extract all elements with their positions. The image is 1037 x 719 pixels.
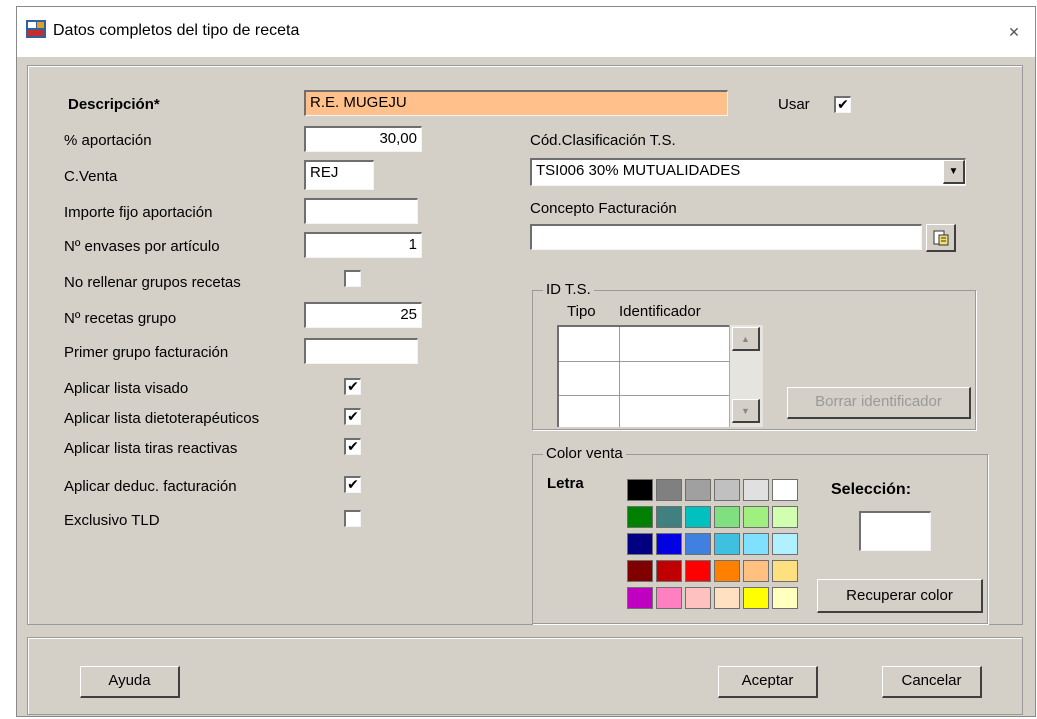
concepto-input[interactable] xyxy=(530,224,922,250)
ayuda-button[interactable]: Ayuda xyxy=(80,666,180,698)
descripcion-label: Descripción* xyxy=(68,96,160,113)
seleccion-label: Selección: xyxy=(831,481,912,498)
clasificacion-label: Cód.Clasificación T.S. xyxy=(530,132,676,149)
id-ts-scrollbar[interactable]: ▲ ▼ xyxy=(729,325,763,427)
color-venta-title: Color venta xyxy=(543,445,626,462)
tiras-label: Aplicar lista tiras reactivas xyxy=(64,440,238,457)
dialog-window: Datos completos del tipo de receta ✕ Des… xyxy=(16,6,1036,717)
color-swatch[interactable] xyxy=(743,506,769,528)
close-icon[interactable]: ✕ xyxy=(1001,21,1027,43)
window-title: Datos completos del tipo de receta xyxy=(53,22,300,39)
usar-checkbox[interactable]: ✔ xyxy=(834,96,851,113)
color-swatch[interactable] xyxy=(685,587,711,609)
color-swatch[interactable] xyxy=(714,506,740,528)
color-swatch[interactable] xyxy=(743,479,769,501)
color-swatch[interactable] xyxy=(772,506,798,528)
color-swatch[interactable] xyxy=(772,533,798,555)
color-swatch[interactable] xyxy=(714,587,740,609)
color-swatch[interactable] xyxy=(627,479,653,501)
letra-label: Letra xyxy=(547,475,584,492)
color-swatch[interactable] xyxy=(627,587,653,609)
color-swatch[interactable] xyxy=(685,479,711,501)
aportacion-input[interactable]: 30,00 xyxy=(304,126,422,152)
recetas-grupo-input[interactable]: 25 xyxy=(304,302,422,328)
color-swatch[interactable] xyxy=(685,533,711,555)
no-rellenar-label: No rellenar grupos recetas xyxy=(64,274,241,291)
dieto-checkbox[interactable]: ✔ xyxy=(344,408,361,425)
deduc-checkbox[interactable]: ✔ xyxy=(344,476,361,493)
cancelar-button[interactable]: Cancelar xyxy=(882,666,982,698)
color-swatch[interactable] xyxy=(714,533,740,555)
envases-label: Nº envases por artículo xyxy=(64,238,220,255)
color-swatch[interactable] xyxy=(656,479,682,501)
recetas-grupo-label: Nº recetas grupo xyxy=(64,310,177,327)
lookup-button[interactable] xyxy=(926,224,956,252)
aportacion-label: % aportación xyxy=(64,132,152,149)
cventa-label: C.Venta xyxy=(64,168,118,185)
color-swatch[interactable] xyxy=(772,587,798,609)
scroll-up-icon[interactable]: ▲ xyxy=(732,327,760,351)
color-palette xyxy=(627,479,807,619)
seleccion-preview xyxy=(859,511,931,551)
color-swatch[interactable] xyxy=(685,560,711,582)
usar-label: Usar xyxy=(778,96,810,113)
color-swatch[interactable] xyxy=(627,506,653,528)
envases-input[interactable]: 1 xyxy=(304,232,422,258)
color-swatch[interactable] xyxy=(714,479,740,501)
primer-grupo-label: Primer grupo facturación xyxy=(64,344,229,361)
chevron-down-icon[interactable]: ▼ xyxy=(943,160,965,184)
dieto-label: Aplicar lista dietoterapéuticos xyxy=(64,410,260,427)
aceptar-button[interactable]: Aceptar xyxy=(718,666,818,698)
app-icon xyxy=(26,20,46,38)
tiras-checkbox[interactable]: ✔ xyxy=(344,438,361,455)
color-swatch[interactable] xyxy=(743,533,769,555)
color-swatch[interactable] xyxy=(656,533,682,555)
cventa-input[interactable]: REJ xyxy=(304,160,374,190)
visado-label: Aplicar lista visado xyxy=(64,380,189,397)
identificador-column-header: Identificador xyxy=(619,303,701,320)
primer-grupo-input[interactable] xyxy=(304,338,418,364)
id-ts-group: ID T.S. Tipo Identificador ▲ ▼ Borrar id… xyxy=(532,281,976,430)
color-swatch[interactable] xyxy=(772,479,798,501)
descripcion-input[interactable]: R.E. MUGEJU xyxy=(304,90,728,116)
recuperar-color-button[interactable]: Recuperar color xyxy=(817,579,983,613)
color-swatch[interactable] xyxy=(714,560,740,582)
tld-checkbox[interactable] xyxy=(344,510,361,527)
id-ts-grid[interactable] xyxy=(557,325,729,427)
clasificacion-select[interactable]: TSI006 30% MUTUALIDADES ▼ xyxy=(530,158,966,186)
color-swatch[interactable] xyxy=(685,506,711,528)
color-swatch[interactable] xyxy=(656,506,682,528)
form-panel: Descripción* R.E. MUGEJU Usar ✔ % aporta… xyxy=(27,65,1023,625)
color-swatch[interactable] xyxy=(627,560,653,582)
importe-input[interactable] xyxy=(304,198,418,224)
borrar-identificador-button[interactable]: Borrar identificador xyxy=(787,387,971,419)
scroll-down-icon[interactable]: ▼ xyxy=(732,399,760,423)
title-bar: Datos completos del tipo de receta ✕ xyxy=(17,7,1035,57)
concepto-label: Concepto Facturación xyxy=(530,200,677,217)
importe-label: Importe fijo aportación xyxy=(64,204,213,221)
deduc-label: Aplicar deduc. facturación xyxy=(64,478,237,495)
color-venta-group: Color venta Letra Selección: Recuperar c… xyxy=(532,445,988,624)
folder-search-icon xyxy=(933,230,948,246)
color-swatch[interactable] xyxy=(772,560,798,582)
color-swatch[interactable] xyxy=(627,533,653,555)
color-swatch[interactable] xyxy=(656,560,682,582)
no-rellenar-checkbox[interactable] xyxy=(344,270,361,287)
tipo-column-header: Tipo xyxy=(567,303,596,320)
id-ts-title: ID T.S. xyxy=(543,281,594,298)
color-swatch[interactable] xyxy=(743,560,769,582)
button-panel: Ayuda Aceptar Cancelar xyxy=(27,637,1023,715)
clasificacion-value: TSI006 30% MUTUALIDADES xyxy=(536,162,741,179)
tld-label: Exclusivo TLD xyxy=(64,512,160,529)
color-swatch[interactable] xyxy=(743,587,769,609)
visado-checkbox[interactable]: ✔ xyxy=(344,378,361,395)
color-swatch[interactable] xyxy=(656,587,682,609)
